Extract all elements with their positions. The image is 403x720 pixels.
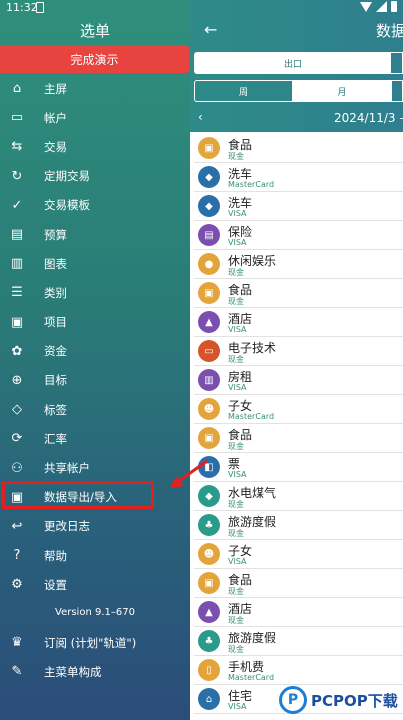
- pcpop-logo-icon: P: [279, 686, 307, 714]
- watermark-brand: PCPOP下载: [311, 691, 398, 710]
- watermark-logo: P PCPOP下载: [279, 682, 401, 718]
- annotation-arrow: [170, 459, 208, 488]
